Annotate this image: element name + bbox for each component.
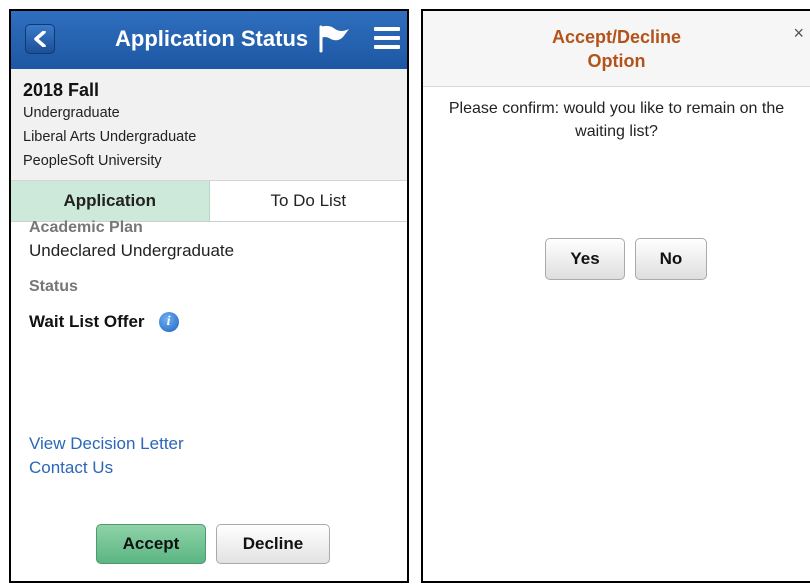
status-value: Wait List Offer — [29, 312, 145, 331]
accept-decline-modal: Accept/Decline Option × Please confirm: … — [421, 9, 810, 583]
modal-title: Accept/Decline Option — [423, 25, 810, 73]
info-icon[interactable]: i — [158, 312, 179, 332]
modal-header: Accept/Decline Option × — [423, 11, 810, 87]
contact-us-link[interactable]: Contact Us — [29, 458, 389, 478]
view-decision-letter-link[interactable]: View Decision Letter — [29, 434, 389, 454]
tab-to-do-list[interactable]: To Do List — [210, 181, 408, 221]
term-program: Liberal Arts Undergraduate — [23, 129, 197, 145]
term-title: 2018 Fall — [23, 80, 100, 100]
accept-button[interactable]: Accept — [96, 524, 206, 564]
term-summary: 2018 Fall Undergraduate Liberal Arts Und… — [11, 69, 407, 181]
status-row: Wait List Offer i — [29, 312, 389, 332]
close-icon[interactable]: × — [793, 23, 804, 44]
back-icon — [34, 31, 46, 47]
application-status-screen: Application Status 2018 Fall Undergradua… — [9, 9, 409, 583]
modal-title-line-2: Option — [587, 51, 646, 71]
header-bar: Application Status — [11, 11, 407, 69]
no-button[interactable]: No — [635, 238, 707, 280]
menu-icon[interactable] — [374, 27, 400, 49]
decline-button[interactable]: Decline — [216, 524, 330, 564]
modal-title-line-1: Accept/Decline — [551, 27, 682, 47]
back-button[interactable] — [25, 24, 55, 54]
flag-icon[interactable] — [317, 23, 351, 53]
page-title: Application Status — [115, 26, 309, 51]
status-label: Status — [29, 278, 78, 295]
academic-plan-label: Academic Plan — [29, 219, 143, 236]
academic-plan-value: Undeclared Undergraduate — [29, 241, 235, 260]
term-career: Undergraduate — [23, 105, 120, 121]
yes-button[interactable]: Yes — [545, 238, 625, 280]
modal-message: Please confirm: would you like to remain… — [448, 100, 785, 140]
tab-application[interactable]: Application — [11, 181, 210, 221]
term-institution: PeopleSoft University — [23, 153, 162, 169]
application-details: Academic Plan Undeclared Undergraduate S… — [11, 219, 407, 478]
tab-bar: Application To Do List — [11, 181, 407, 222]
